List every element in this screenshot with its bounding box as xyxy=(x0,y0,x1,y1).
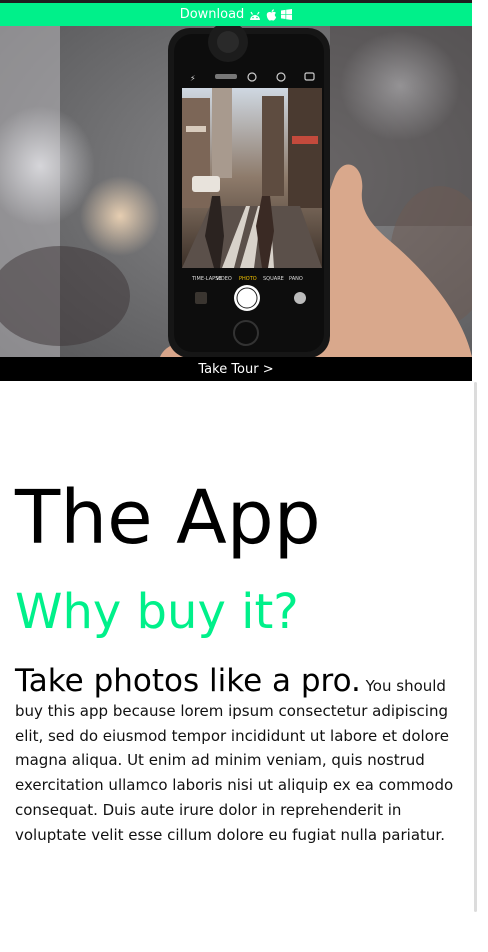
windows-icon[interactable] xyxy=(281,9,293,20)
android-icon[interactable] xyxy=(248,9,262,21)
feature-paragraph: Take photos like a pro. You should buy t… xyxy=(15,664,455,848)
main-content: The App Why buy it? Take photos like a p… xyxy=(15,470,455,848)
page-title: The App xyxy=(15,475,321,561)
download-bar[interactable]: Download xyxy=(0,3,472,26)
download-label: Download xyxy=(179,7,245,22)
svg-text:PHOTO: PHOTO xyxy=(239,276,257,282)
feature-lead: Take photos like a pro. xyxy=(15,663,361,699)
take-tour-label: Take Tour > xyxy=(198,361,274,377)
svg-text:SQUARE: SQUARE xyxy=(263,276,284,282)
scrollbar-thumb[interactable] xyxy=(474,382,477,912)
apple-icon[interactable] xyxy=(266,8,277,21)
svg-text:⚡: ⚡ xyxy=(190,74,196,83)
svg-text:PANO: PANO xyxy=(289,276,303,282)
feature-body: You should buy this app because lorem ip… xyxy=(15,677,454,844)
hero-image: ⚡ TIME-LAPSE VIDEO PHOTO SQUARE PANO xyxy=(0,26,472,357)
section-subtitle: Why buy it? xyxy=(15,584,299,640)
svg-text:VIDEO: VIDEO xyxy=(216,276,232,282)
take-tour-button[interactable]: Take Tour > xyxy=(0,357,472,381)
